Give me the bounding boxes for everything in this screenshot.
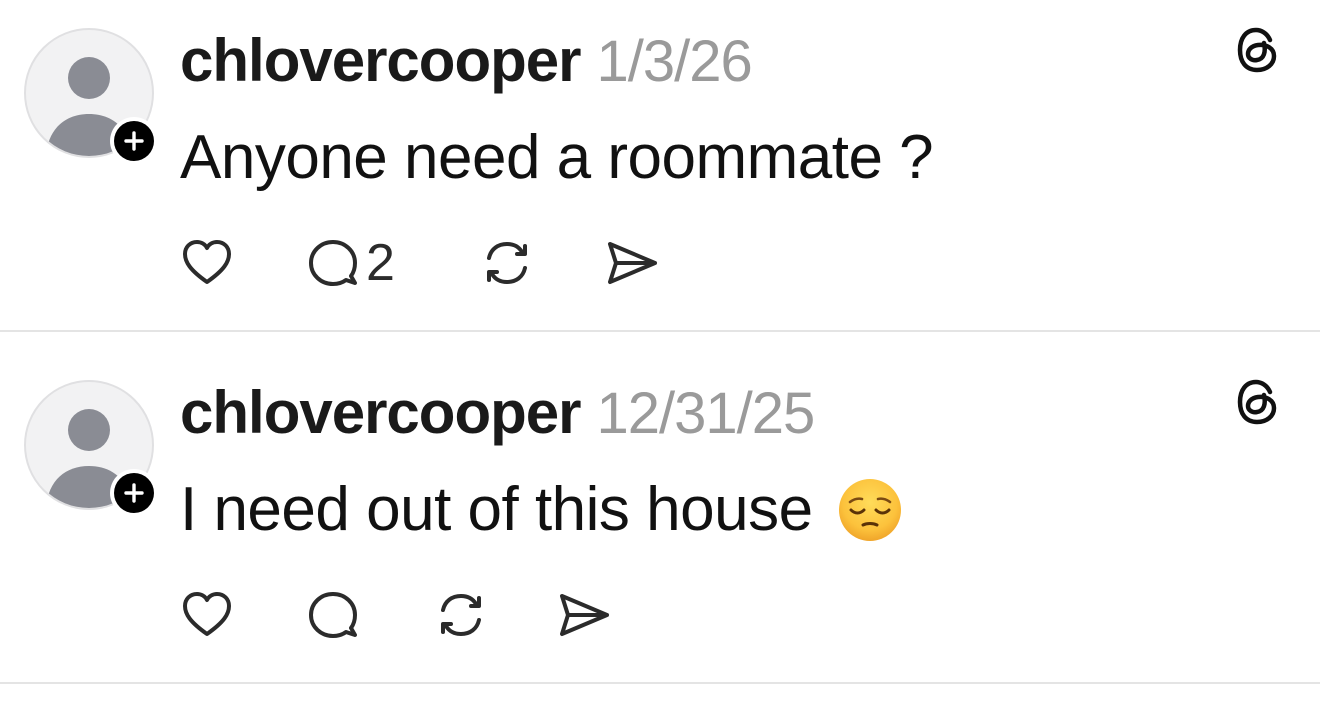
- send-icon: [560, 594, 609, 636]
- divider: [0, 682, 1320, 684]
- reply-button[interactable]: 2: [306, 232, 395, 294]
- threads-logo-icon[interactable]: [1234, 376, 1282, 428]
- post-header: chlovercooper 1/3/26: [180, 26, 753, 96]
- comment-icon: [309, 240, 357, 286]
- reply-button[interactable]: [306, 584, 366, 646]
- repost-button[interactable]: [480, 232, 534, 294]
- like-button[interactable]: [180, 584, 234, 646]
- pensive-face-emoji: [837, 477, 903, 543]
- post-body: Anyone need a roommate ?: [180, 123, 934, 192]
- username[interactable]: chlovercooper: [180, 26, 581, 95]
- share-button[interactable]: [556, 584, 612, 646]
- repost-button[interactable]: [434, 584, 488, 646]
- plus-icon: [124, 131, 144, 151]
- comment-icon: [309, 592, 357, 638]
- reply-count: 2: [366, 234, 395, 292]
- divider: [0, 330, 1320, 332]
- heart-icon: [183, 240, 231, 284]
- plus-icon: [124, 483, 144, 503]
- post[interactable]: chlovercooper 1/3/26 Anyone need a roomm…: [0, 0, 1320, 331]
- repost-icon: [441, 594, 481, 636]
- timestamp: 12/31/25: [596, 381, 815, 446]
- heart-icon: [183, 592, 231, 636]
- post-text: Anyone need a roommate ?: [180, 122, 934, 193]
- post-header: chlovercooper 12/31/25: [180, 378, 815, 448]
- send-icon: [608, 242, 657, 284]
- post-body: I need out of this house: [180, 475, 813, 544]
- follow-button[interactable]: [110, 117, 158, 165]
- repost-icon: [487, 242, 527, 284]
- post-text: I need out of this house: [180, 474, 903, 545]
- follow-button[interactable]: [110, 469, 158, 517]
- post[interactable]: chlovercooper 12/31/25 I need out of thi…: [0, 352, 1320, 683]
- share-button[interactable]: [604, 232, 660, 294]
- timestamp: 1/3/26: [596, 29, 752, 94]
- threads-logo-icon[interactable]: [1234, 24, 1282, 76]
- like-button[interactable]: [180, 232, 234, 294]
- username[interactable]: chlovercooper: [180, 378, 581, 447]
